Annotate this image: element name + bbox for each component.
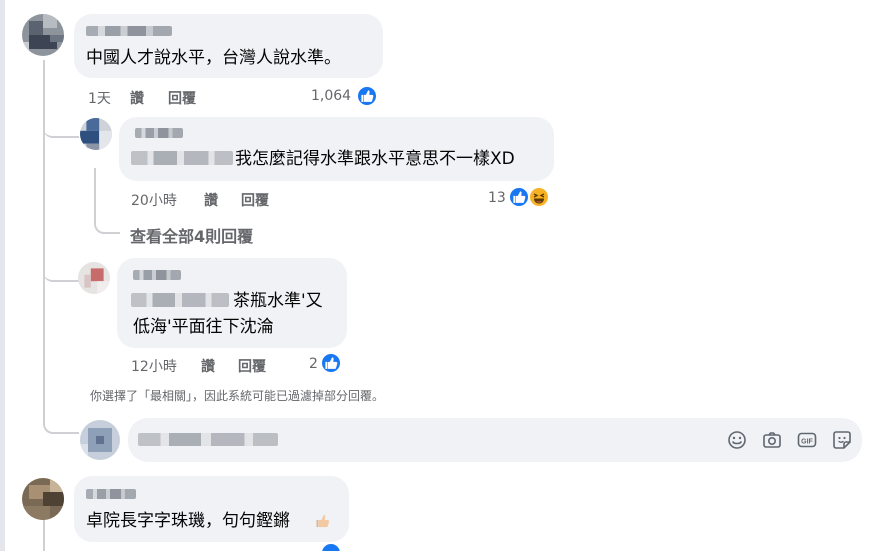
avatar[interactable] (22, 14, 64, 56)
like-reaction-icon[interactable] (320, 542, 342, 551)
comment-time[interactable]: 12小時 (131, 356, 177, 376)
thread-line (43, 60, 45, 420)
reaction-count[interactable]: 2 (309, 356, 318, 372)
avatar-image (78, 262, 110, 294)
like-button[interactable]: 讚 (204, 190, 218, 210)
like-button[interactable]: 讚 (201, 356, 215, 376)
thumbs-up-icon (325, 357, 338, 369)
thread-elbow (43, 412, 79, 434)
comment-bubble: 中國人才說水平，台灣人說水準。 (74, 14, 383, 78)
left-edge (0, 0, 5, 551)
avatar-image (22, 478, 64, 520)
like-button[interactable]: 讚 (130, 88, 144, 108)
thread-elbow (43, 118, 79, 138)
comment-text: 卓院長字字珠璣，句句鏗鏘 (86, 511, 290, 531)
comment-text-line: 茶瓶水準'又 (233, 291, 323, 311)
comment-bubble: 我怎麼記得水準跟水平意思不一樣XD (119, 117, 554, 181)
comment-bubble: 茶瓶水準'又 低海'平面往下沈淪 (117, 258, 347, 348)
my-avatar[interactable] (80, 420, 120, 460)
avatar[interactable] (22, 478, 64, 520)
gif-icon[interactable]: GIF (797, 430, 817, 450)
commenter-name[interactable] (133, 270, 181, 280)
thumbs-up-emoji-icon (314, 512, 332, 530)
haha-reaction-icon[interactable] (528, 186, 550, 208)
redacted-mention (131, 151, 233, 165)
avatar-image (22, 14, 64, 56)
comment-time[interactable]: 20小時 (131, 190, 177, 210)
reply-button[interactable]: 回覆 (168, 88, 196, 108)
avatar-image (80, 420, 120, 460)
like-reaction-icon[interactable] (320, 352, 342, 374)
gif-label: GIF (801, 438, 813, 445)
sticker-icon[interactable] (832, 430, 852, 450)
comment-text: 我怎麼記得水準跟水平意思不一樣XD (235, 149, 515, 169)
commenter-name[interactable] (135, 128, 183, 138)
reply-input[interactable]: GIF (128, 418, 862, 462)
like-reaction-icon[interactable] (508, 186, 530, 208)
like-reaction-icon[interactable] (356, 85, 378, 107)
avatar[interactable] (80, 118, 112, 150)
reaction-count[interactable]: 13 (488, 190, 506, 206)
thumbs-up-icon (513, 191, 526, 203)
reply-button[interactable]: 回覆 (241, 190, 269, 210)
thumbs-up-icon (361, 90, 374, 102)
comment-time[interactable]: 1天 (88, 88, 111, 108)
commenter-name[interactable] (86, 26, 172, 36)
redacted-mention (131, 293, 229, 307)
reaction-count[interactable]: 1,064 (311, 88, 351, 104)
avatar-image (80, 118, 112, 150)
laughing-face-icon (533, 193, 545, 204)
thread-line (43, 520, 45, 551)
thread-elbow (43, 262, 79, 282)
comment-bubble: 卓院長字字珠璣，句句鏗鏘 (74, 476, 349, 542)
comment-text-line: 低海'平面往下沈淪 (133, 317, 274, 337)
emoji-icon[interactable] (727, 430, 747, 450)
commenter-name[interactable] (86, 489, 136, 499)
thread-elbow (94, 168, 120, 234)
filter-notice: 你選擇了「最相關」，因此系統可能已過濾掉部分回覆。 (90, 389, 385, 403)
comment-text: 中國人才說水平，台灣人說水準。 (86, 48, 341, 68)
avatar[interactable] (78, 262, 110, 294)
reply-button[interactable]: 回覆 (238, 356, 266, 376)
camera-icon[interactable] (762, 430, 782, 450)
reply-input-placeholder (138, 433, 278, 446)
see-all-replies-link[interactable]: 查看全部4則回覆 (130, 223, 253, 247)
